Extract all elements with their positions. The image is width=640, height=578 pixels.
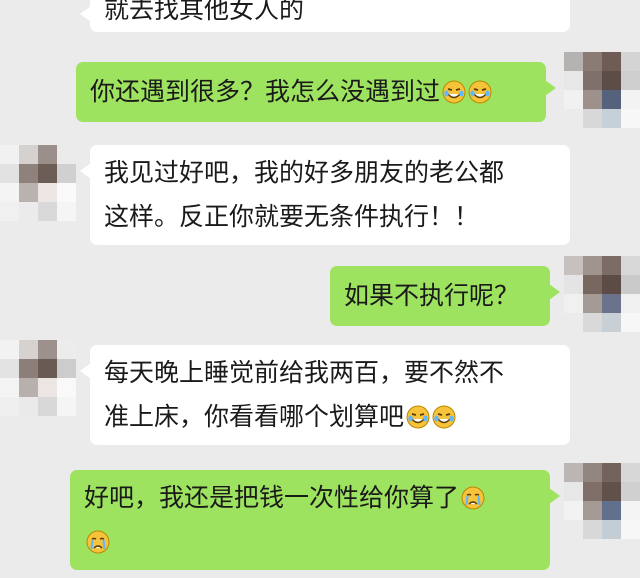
chat-window: 就去找其他女人的 你还遇到很多？我怎么没遇到过 我见过好吧，我的好多朋友的老公都… [0,0,640,578]
message-bubble-outgoing[interactable]: 好吧，我还是把钱一次性给你算了 [70,470,560,570]
message-bubble-incoming[interactable]: 就去找其他女人的 [80,0,570,32]
message-bubble-outgoing[interactable]: 你还遇到很多？我怎么没遇到过 [76,62,556,122]
laugh-crying-emoji-icon [468,66,492,104]
laugh-crying-emoji-icon [442,66,466,104]
message-text: 准上床，你看看哪个划算吧 [104,402,405,431]
message-text: 你还遇到很多？我怎么没遇到过 [90,77,441,106]
message-text-line [84,520,536,564]
message-bubble-incoming[interactable]: 每天晚上睡觉前给我两百，要不然不 准上床，你看看哪个划算吧 [80,345,570,445]
avatar[interactable] [0,340,76,416]
crying-emoji-icon [461,480,485,510]
crying-emoji-icon [86,524,110,554]
message-text-line: 这样。反正你就要无条件执行！！ [104,202,480,231]
message-text-line: 好吧，我还是把钱一次性给你算了 [84,476,536,520]
message-text: 好吧，我还是把钱一次性给你算了 [84,483,460,512]
message-text-line: 我见过好吧，我的好多朋友的老公都 [104,158,505,187]
message-text: 如果不执行呢？ [344,281,520,310]
message-text: 就去找其他女人的 [104,0,305,24]
avatar[interactable] [564,52,640,128]
laugh-crying-emoji-icon [406,399,430,429]
message-text-line: 每天晚上睡觉前给我两百，要不然不 [104,358,505,387]
message-bubble-incoming[interactable]: 我见过好吧，我的好多朋友的老公都 这样。反正你就要无条件执行！！ [80,145,570,245]
avatar[interactable] [564,463,640,539]
message-text-line: 准上床，你看看哪个划算吧 [104,395,556,439]
avatar[interactable] [0,145,76,221]
avatar[interactable] [564,256,640,332]
laugh-crying-emoji-icon [432,399,456,429]
message-bubble-outgoing[interactable]: 如果不执行呢？ [330,266,560,326]
